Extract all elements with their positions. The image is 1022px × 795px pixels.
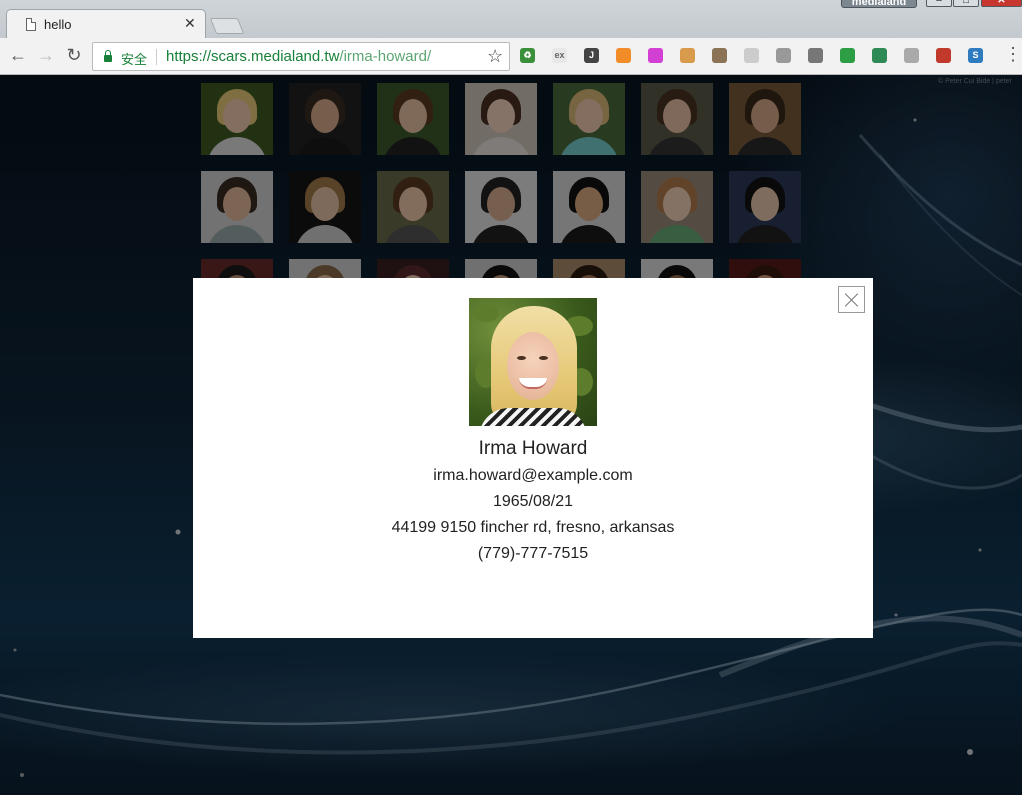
reload-icon[interactable]: ↻ bbox=[64, 46, 84, 66]
ext-icon-10[interactable] bbox=[808, 48, 823, 63]
bookmark-star-icon[interactable]: ☆ bbox=[487, 46, 503, 67]
tab-close-icon[interactable]: ✕ bbox=[184, 15, 196, 32]
profile-button[interactable]: medialand bbox=[841, 0, 917, 8]
document-icon bbox=[26, 18, 36, 31]
profile-birthdate: 1965/08/21 bbox=[492, 493, 574, 510]
back-arrow-icon[interactable]: ← bbox=[8, 46, 28, 66]
ext-icon-7[interactable] bbox=[712, 48, 727, 63]
window-close-button[interactable]: ✕ bbox=[981, 0, 1022, 7]
ext-icon-9[interactable] bbox=[776, 48, 791, 63]
profile-name: Irma Howard bbox=[478, 438, 588, 459]
secure-label: 安全 bbox=[121, 52, 148, 67]
ext-icon-5[interactable] bbox=[648, 48, 663, 63]
ext-icon-15[interactable]: S bbox=[968, 48, 983, 63]
profile-address: 44199 9150 fincher rd, fresno, arkansas bbox=[391, 519, 675, 536]
url-path: /irma-howard/ bbox=[339, 48, 432, 65]
ext-icon-4[interactable] bbox=[616, 48, 631, 63]
ext-icon-3[interactable]: J bbox=[584, 48, 599, 63]
window-maximize-button[interactable]: □ bbox=[953, 0, 979, 7]
profile-photo bbox=[469, 298, 597, 426]
ext-icon-6[interactable] bbox=[680, 48, 695, 63]
ext-icon-2[interactable]: ex bbox=[552, 48, 567, 63]
profile-phone: (779)-777-7515 bbox=[477, 545, 589, 562]
browser-toolbar: ← → ↻ 安全 https://scars.medialand.tw/irma… bbox=[0, 38, 1022, 75]
ext-icon-8[interactable] bbox=[744, 48, 759, 63]
url-text[interactable]: https://scars.medialand.tw/irma-howard/ bbox=[166, 48, 431, 65]
ext-icon-11[interactable] bbox=[840, 48, 855, 63]
profile-modal: Irma Howard irma.howard@example.com 1965… bbox=[193, 278, 873, 638]
address-bar[interactable]: 安全 https://scars.medialand.tw/irma-howar… bbox=[92, 42, 510, 71]
address-divider bbox=[156, 49, 157, 65]
url-host: https://scars.medialand.tw bbox=[166, 48, 340, 65]
profile-email: irma.howard@example.com bbox=[433, 467, 633, 484]
lock-icon bbox=[104, 50, 112, 62]
close-icon[interactable] bbox=[838, 286, 865, 313]
menu-kebab-icon[interactable]: ⋮ bbox=[1004, 45, 1022, 63]
browser-tab-active[interactable]: hello ✕ bbox=[6, 9, 206, 39]
ext-icon-12[interactable] bbox=[872, 48, 887, 63]
page-content: © Peter Cui Bide | peter Irma Howard irm… bbox=[0, 75, 1022, 795]
ext-icon-13[interactable] bbox=[904, 48, 919, 63]
forward-arrow-icon[interactable]: → bbox=[36, 46, 56, 66]
tab-title: hello bbox=[44, 17, 72, 32]
new-tab-button[interactable] bbox=[209, 18, 245, 34]
ext-icon-1[interactable]: ♻ bbox=[520, 48, 535, 63]
browser-titlebar: hello ✕ medialand – □ ✕ bbox=[0, 0, 1022, 39]
window-minimize-button[interactable]: – bbox=[926, 0, 952, 7]
ext-icon-14[interactable] bbox=[936, 48, 951, 63]
